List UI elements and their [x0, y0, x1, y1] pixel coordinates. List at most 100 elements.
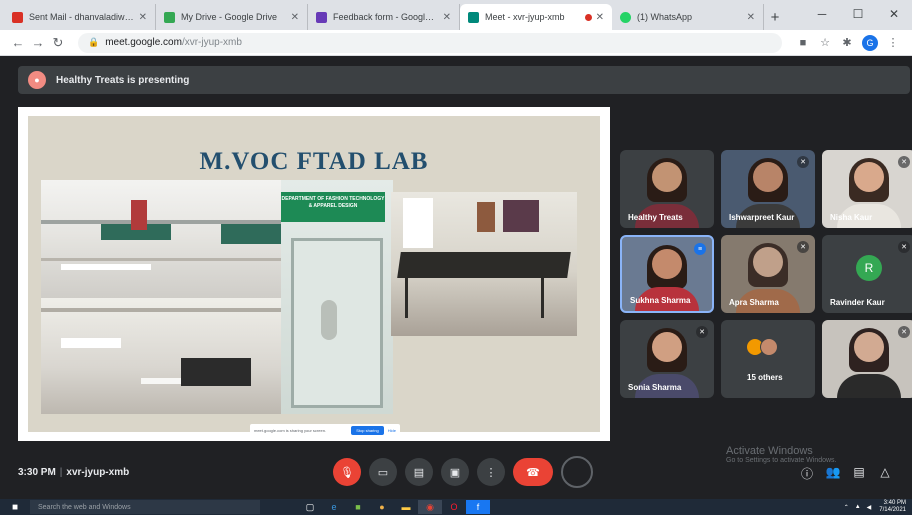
taskbar-clock[interactable]: 3:40 PM 7/14/2021 [879, 500, 906, 514]
browser-tab-gmail[interactable]: Sent Mail - dhanvaladiwar@... ✕ [4, 4, 156, 30]
call-controls: 🎙 ▭ ▤ ▣ ⋮ ☎ [333, 456, 601, 488]
mic-off-icon: ✕ [898, 326, 910, 338]
participant-tile[interactable]: ✕ Apra Sharma [721, 235, 815, 313]
camera-indicator-icon[interactable]: ■ [792, 37, 814, 49]
chrome-icon[interactable]: ◉ [418, 500, 442, 514]
others-avatars [746, 338, 778, 356]
screen-share-notice: meet.google.com is sharing your screen. … [250, 424, 400, 436]
activities-icon[interactable]: △ [872, 465, 898, 482]
reload-button[interactable]: ↻ [48, 35, 68, 51]
camera-button[interactable]: ▭ [369, 458, 397, 486]
whatsapp-icon [620, 11, 631, 23]
camera-icon: ▭ [377, 466, 389, 479]
more-options-button[interactable]: ⋮ [477, 458, 505, 486]
facebook-icon[interactable]: f [466, 500, 490, 514]
more-icon: ⋮ [485, 466, 497, 479]
close-icon[interactable]: ✕ [747, 12, 755, 23]
address-bar[interactable]: 🔒 meet.google.com/xvr-jyup-xmb [78, 32, 782, 53]
network-icon[interactable]: ▲ [855, 504, 861, 510]
gmail-icon [12, 11, 23, 23]
browser-tab-forms[interactable]: Feedback form - Google Fo... ✕ [308, 4, 460, 30]
browser-toolbar: ← → ↻ 🔒 meet.google.com/xvr-jyup-xmb ■ ☆… [0, 30, 912, 56]
mic-off-button[interactable]: 🎙 [333, 458, 361, 486]
tab-title: Meet - xvr-jyup-xmb [485, 12, 565, 22]
task-view-icon[interactable]: ▢ [298, 500, 322, 514]
forward-button[interactable]: → [28, 35, 48, 50]
participant-tile[interactable]: ≡ Sukhna Sharma [620, 235, 714, 313]
mic-off-icon: 🎙 [340, 466, 354, 479]
meeting-code: xvr-jyup-xmb [66, 467, 130, 478]
lab-photo-bottom-left [41, 298, 281, 414]
lock-icon: 🔒 [88, 37, 100, 47]
browser-tab-bar: Sent Mail - dhanvaladiwar@... ✕ My Drive… [0, 0, 912, 30]
forms-icon [316, 11, 327, 23]
captions-button[interactable]: ▤ [405, 458, 433, 486]
opera-icon[interactable]: O [442, 500, 466, 514]
close-window-button[interactable]: ✕ [876, 0, 912, 28]
close-icon[interactable]: ✕ [139, 12, 147, 23]
url-path: /xvr-jyup-xmb [181, 37, 242, 48]
presenter-avatar: ● [28, 71, 46, 89]
taskbar-time: 3:40 PM [883, 500, 906, 506]
stop-sharing-button[interactable]: Stop sharing [351, 425, 384, 435]
profile-avatar[interactable]: G [862, 34, 878, 51]
window-controls: ─ ☐ ✕ [804, 0, 912, 28]
back-button[interactable]: ← [8, 35, 28, 50]
participant-name: Ravinder Kaur [830, 298, 885, 307]
menu-icon[interactable]: ⋮ [882, 36, 904, 49]
participant-name: Healthy Treats [628, 213, 683, 222]
browser-tab-whatsapp[interactable]: (1) WhatsApp ✕ [612, 4, 764, 30]
participant-name: Ishwarpreet Kaur [729, 213, 795, 222]
edge-icon[interactable]: e [322, 500, 346, 514]
meeting-time: 3:30 PM [18, 467, 56, 478]
browser-tab-meet[interactable]: Meet - xvr-jyup-xmb ✕ [460, 4, 612, 30]
chat-icon[interactable]: ▤ [846, 465, 872, 482]
star-icon[interactable]: ☆ [814, 36, 836, 49]
paint-icon[interactable]: ● [370, 500, 394, 514]
minimize-button[interactable]: ─ [804, 0, 840, 28]
info-icon[interactable]: ⓘ [794, 465, 820, 482]
volume-icon[interactable]: ◀ [867, 504, 872, 511]
share-notice-text: meet.google.com is sharing your screen. [254, 427, 327, 433]
people-icon[interactable]: 👥 [820, 465, 846, 482]
system-tray: ⌃ ▲ ◀ 3:40 PM 7/14/2021 [838, 500, 912, 514]
speaking-icon: ≡ [694, 243, 706, 255]
participant-avatar: R [856, 255, 882, 281]
participant-tile[interactable]: ✕ Sonia Sharma [620, 320, 714, 398]
present-button[interactable]: ▣ [441, 458, 469, 486]
tab-title: (1) WhatsApp [637, 12, 693, 22]
lab-photo-right [391, 192, 577, 336]
presenter-bar: ● Healthy Treats is presenting [18, 66, 910, 94]
participant-tile-others[interactable]: 15 others [721, 320, 815, 398]
taskbar-apps: ▢ e ■ ● ▬ ◉ O f [298, 500, 490, 514]
close-icon[interactable]: ✕ [596, 12, 604, 23]
meeting-control-bar: 3:30 PM | xvr-jyup-xmb 🎙 ▭ ▤ ▣ ⋮ ☎ ⓘ 👥 ▤ △ [0, 449, 912, 499]
mic-off-icon: ✕ [898, 156, 910, 168]
participant-tile[interactable]: ✕ Nisha Kaur [822, 150, 912, 228]
reactions-button[interactable] [561, 456, 593, 488]
participant-tile[interactable]: R ✕ Ravinder Kaur [822, 235, 912, 313]
meet-icon [468, 11, 479, 23]
participant-tile[interactable]: ✕ [822, 320, 912, 398]
store-icon[interactable]: ■ [346, 500, 370, 514]
meeting-details[interactable]: 3:30 PM | xvr-jyup-xmb [18, 467, 129, 478]
end-call-button[interactable]: ☎ [513, 458, 553, 486]
participant-name: Sonia Sharma [628, 383, 682, 392]
participant-tile[interactable]: Healthy Treats [620, 150, 714, 228]
hide-button[interactable]: Hide [384, 428, 400, 433]
file-explorer-icon[interactable]: ▬ [394, 500, 418, 514]
maximize-button[interactable]: ☐ [840, 0, 876, 28]
close-icon[interactable]: ✕ [443, 12, 451, 23]
presentation-frame[interactable]: M.VOC FTAD LAB DEPARTMENT OF FASHION TEC… [18, 107, 610, 441]
close-icon[interactable]: ✕ [291, 12, 299, 23]
taskbar-search[interactable]: Search the web and Windows [30, 500, 260, 514]
participant-tile[interactable]: ✕ Ishwarpreet Kaur [721, 150, 815, 228]
browser-tab-drive[interactable]: My Drive - Google Drive ✕ [156, 4, 308, 30]
windows-start-icon[interactable]: ■ [0, 502, 30, 513]
tab-title: Feedback form - Google Fo... [333, 12, 439, 22]
tray-up-icon[interactable]: ⌃ [844, 504, 849, 511]
new-tab-button[interactable]: + [764, 4, 786, 30]
slide-title: M.VOC FTAD LAB [199, 148, 429, 175]
side-controls: ⓘ 👥 ▤ △ [794, 465, 898, 482]
extensions-icon[interactable]: ✱ [836, 36, 858, 49]
